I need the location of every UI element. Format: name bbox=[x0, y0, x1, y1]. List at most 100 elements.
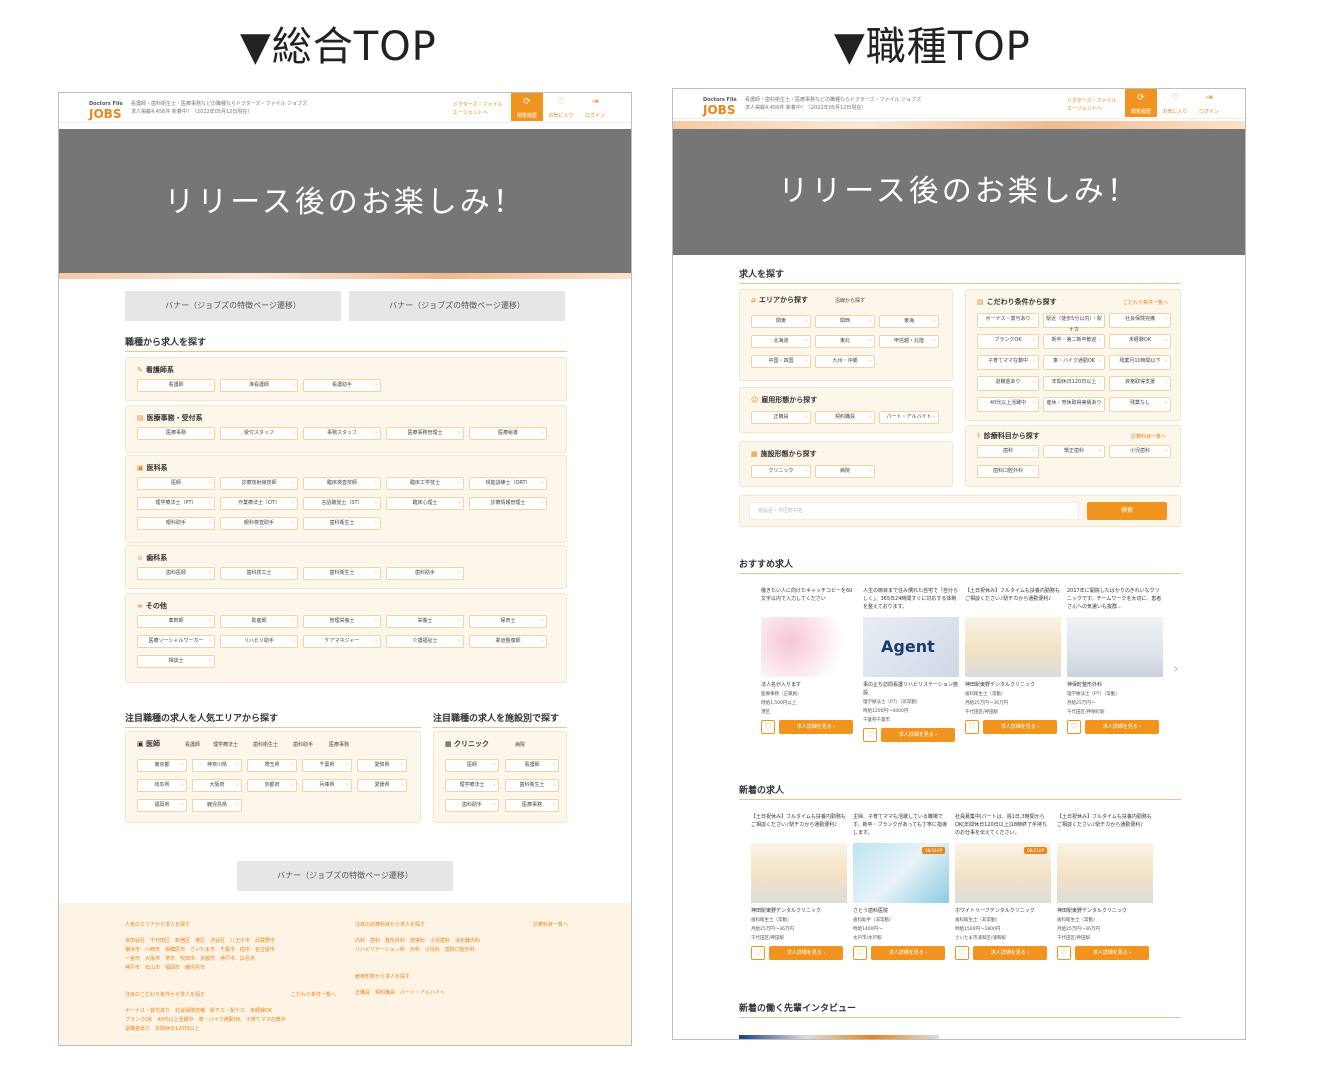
job-card[interactable]: 【土日祝休み】フルタイムも扶養内勤務もご相談ください♪駅チカから通勤便利♪ 神田駅… bbox=[965, 587, 1061, 734]
occupation-chip[interactable]: 医療ソーシャルワーカー bbox=[137, 635, 215, 648]
site-logo[interactable]: Doctors File JOBS bbox=[89, 99, 123, 120]
department-chip[interactable]: 小児歯科 bbox=[1109, 445, 1171, 458]
occupation-chip[interactable]: 歯科助手 bbox=[386, 567, 464, 580]
occupation-chip[interactable]: 介護福祉士 bbox=[386, 635, 464, 648]
footer-link-line[interactable]: 内科 歯科 整形外科 皮膚科 小児歯科 消化器内科 bbox=[355, 937, 575, 946]
occupation-chip[interactable]: 眼科助手 bbox=[137, 517, 215, 530]
occupation-chip[interactable]: 看護師 bbox=[137, 379, 215, 392]
occupation-chip[interactable]: 准看護師 bbox=[220, 379, 298, 392]
favorite-button[interactable]: ♡ お気に入り bbox=[1159, 89, 1191, 117]
department-chip[interactable]: 矯正歯科 bbox=[1043, 445, 1105, 458]
search-button[interactable]: 検索 bbox=[1087, 502, 1167, 520]
area-tab[interactable]: 歯科助手 bbox=[293, 741, 313, 748]
condition-chip[interactable]: 未経験OK bbox=[1109, 334, 1171, 349]
employment-chip[interactable]: パート・アルバイト bbox=[879, 411, 939, 424]
facility-chip[interactable]: 歯科助手 bbox=[445, 799, 499, 812]
occupation-chip[interactable]: 相談士 bbox=[137, 655, 215, 668]
occupation-chip[interactable]: 助産師 bbox=[220, 615, 298, 628]
area-tab[interactable]: 医療事務 bbox=[329, 741, 349, 748]
job-card[interactable]: 主婦、子育てママも活躍している職場です。新卒・ブランクがあっても丁寧に指導します… bbox=[853, 813, 949, 960]
condition-chip[interactable]: 退職金あり bbox=[977, 376, 1039, 391]
feature-banner-bottom[interactable]: バナー（ジョブズの特徴ページ遷移） bbox=[237, 861, 453, 891]
footer-link-line[interactable]: 神戸市 松山市 福岡市 鹿児島市 bbox=[125, 964, 305, 973]
favorite-button[interactable]: ♡ お気に入り bbox=[545, 93, 577, 121]
area-chip[interactable]: 東北 bbox=[815, 335, 875, 348]
facility-chip[interactable]: 医師 bbox=[445, 759, 499, 772]
area-chip[interactable]: 大阪府 bbox=[192, 779, 242, 792]
job-card[interactable]: 働きたい人に向けたキャッチコピーを60文字以内で入力してください 法人名が入ります… bbox=[761, 587, 857, 734]
favorite-heart-icon[interactable]: ♡ bbox=[863, 728, 877, 742]
feature-banner[interactable]: バナー（ジョブズの特徴ページ遷移） bbox=[125, 291, 341, 321]
occupation-chip[interactable]: 診療放射線技師 bbox=[220, 477, 298, 490]
area-chip[interactable]: 埼玉県 bbox=[247, 759, 297, 772]
area-chip[interactable]: 愛媛県 bbox=[357, 779, 407, 792]
area-chip[interactable]: 北海道 bbox=[751, 335, 811, 348]
area-chip[interactable]: 中国・四国 bbox=[751, 355, 811, 368]
occupation-chip[interactable]: 歯科医師 bbox=[137, 567, 215, 580]
occupation-chip[interactable]: 柔道整復師 bbox=[469, 635, 547, 648]
occupation-chip[interactable]: リハビリ助手 bbox=[220, 635, 298, 648]
footer-link-line[interactable]: ブランクOK 40代以上活躍中 車・バイク通勤OK 子育てママ在籍中 bbox=[125, 1016, 325, 1025]
occupation-chip[interactable]: 言語聴覚士（ST） bbox=[303, 497, 381, 510]
area-chip[interactable]: 甲信越・北陸 bbox=[879, 335, 939, 348]
area-chip[interactable]: 福岡県 bbox=[137, 799, 187, 812]
job-detail-button[interactable]: 求人詳細を見る › bbox=[769, 946, 843, 960]
area-tab[interactable]: 理学療法士 bbox=[213, 741, 238, 748]
favorite-heart-icon[interactable]: ♡ bbox=[965, 720, 979, 734]
footer-link-line[interactable]: 正職員 契約職員 パート・アルバイト bbox=[355, 989, 575, 998]
agent-link[interactable]: ドクターズ・ファイル エージェントへ bbox=[453, 101, 503, 117]
occupation-chip[interactable]: 保育士 bbox=[469, 615, 547, 628]
employment-chip[interactable]: 正職員 bbox=[751, 411, 811, 424]
condition-chip[interactable]: ブランクOK bbox=[977, 334, 1039, 349]
footer-link-line[interactable]: リハビリテーション科 外科 小児科 歯科口腔外科 bbox=[355, 946, 575, 955]
occupation-chip[interactable]: 医療事務 bbox=[137, 427, 215, 440]
occupation-chip[interactable]: 視能訓練士（ORT） bbox=[469, 477, 547, 490]
job-detail-button[interactable]: 求人詳細を見る › bbox=[1075, 946, 1149, 960]
occupation-chip[interactable]: 眼科検査助手 bbox=[220, 517, 298, 530]
facility-chip[interactable]: 病院 bbox=[815, 465, 875, 478]
occupation-chip[interactable]: 受付スタッフ bbox=[220, 427, 298, 440]
facility-chip[interactable]: 歯科衛生士 bbox=[505, 779, 559, 792]
employment-chip[interactable]: 契約職員 bbox=[815, 411, 875, 424]
area-chip[interactable]: 千葉県 bbox=[302, 759, 352, 772]
footer-link-line[interactable]: 世田谷区 千代田区 新宿区 港区 渋谷区 八王子市 武蔵野市 bbox=[125, 937, 305, 946]
footer-condition-link[interactable]: こだわり条件一覧へ bbox=[291, 991, 336, 998]
footer-employment-links[interactable]: 正職員 契約職員 パート・アルバイト bbox=[355, 989, 575, 998]
condition-list-link[interactable]: こだわり条件一覧へ bbox=[1123, 299, 1168, 306]
footer-link-line[interactable]: 退職金あり 年間休日120日以上 bbox=[125, 1025, 325, 1034]
site-logo[interactable]: Doctors File JOBS bbox=[703, 95, 737, 116]
department-list-link[interactable]: 診療科目一覧へ bbox=[1131, 433, 1166, 440]
area-tab[interactable]: 看護師 bbox=[185, 741, 200, 748]
login-button[interactable]: ⇥ ログイン bbox=[579, 93, 611, 121]
area-tab[interactable]: 歯科衛生士 bbox=[253, 741, 278, 748]
occupation-chip[interactable]: 理学療法士（PT） bbox=[137, 497, 215, 510]
job-card[interactable]: 人生の節目まで住み慣れた自宅で「自分らしく」。365日24時間すぐに対応する体制… bbox=[863, 587, 959, 742]
footer-link-line[interactable]: 一宮市 大阪市 堺市 吹田市 京都市 神戸市 広島市 bbox=[125, 955, 305, 964]
footer-clinic-link[interactable]: 診療科目一覧へ bbox=[533, 921, 568, 928]
area-chip[interactable]: 岐阜県 bbox=[137, 779, 187, 792]
job-detail-button[interactable]: 求人詳細を見る › bbox=[983, 720, 1057, 734]
facility-tab[interactable]: ▦ クリニック bbox=[445, 739, 489, 749]
occupation-chip[interactable]: 歯科技工士 bbox=[220, 567, 298, 580]
occupation-chip[interactable]: 作業療法士（OT） bbox=[220, 497, 298, 510]
occupation-chip[interactable]: 診療情報管理士 bbox=[469, 497, 547, 510]
condition-chip[interactable]: 産休・育休取得実績あり bbox=[1043, 397, 1105, 412]
history-button[interactable]: ⟳ 閲覧履歴 bbox=[511, 93, 543, 121]
job-card[interactable]: 社員募集中|パートは、週1日,3時間からOK[年間休日120日以上]18時終了手… bbox=[955, 813, 1051, 960]
job-card[interactable]: 【土日祝休み】フルタイムも扶養内勤務もご相談ください♪駅チカから通勤便利♪ 神田駅… bbox=[1057, 813, 1153, 960]
condition-chip[interactable]: 社会保険完備 bbox=[1109, 313, 1171, 328]
tab-line-search[interactable]: 沿線から探す bbox=[835, 297, 865, 304]
condition-chip[interactable]: 年間休日120日以上 bbox=[1043, 376, 1105, 391]
search-input[interactable]: 施設名・市区町村名 bbox=[749, 502, 1079, 520]
job-card[interactable]: 2017年に開院したばかりのきれいなクリニックです。チームワークを大切に、患者さ… bbox=[1067, 587, 1163, 734]
area-chip[interactable]: 東京都 bbox=[137, 759, 187, 772]
condition-chip[interactable]: 駅近（徒歩5分以内）・駅ナカ bbox=[1043, 313, 1105, 333]
occupation-chip[interactable]: 臨床検査技師 bbox=[303, 477, 381, 490]
area-chip[interactable]: 兵庫県 bbox=[302, 779, 352, 792]
occupation-chip[interactable]: 看護助手 bbox=[303, 379, 381, 392]
occupation-chip[interactable]: 事務スタッフ bbox=[303, 427, 381, 440]
occupation-chip[interactable]: 医療秘書 bbox=[469, 427, 547, 440]
occupation-chip[interactable]: ケアマネジャー bbox=[303, 635, 381, 648]
condition-chip[interactable]: 資格取得支援 bbox=[1109, 376, 1171, 391]
occupation-chip[interactable]: 医師 bbox=[137, 477, 215, 490]
